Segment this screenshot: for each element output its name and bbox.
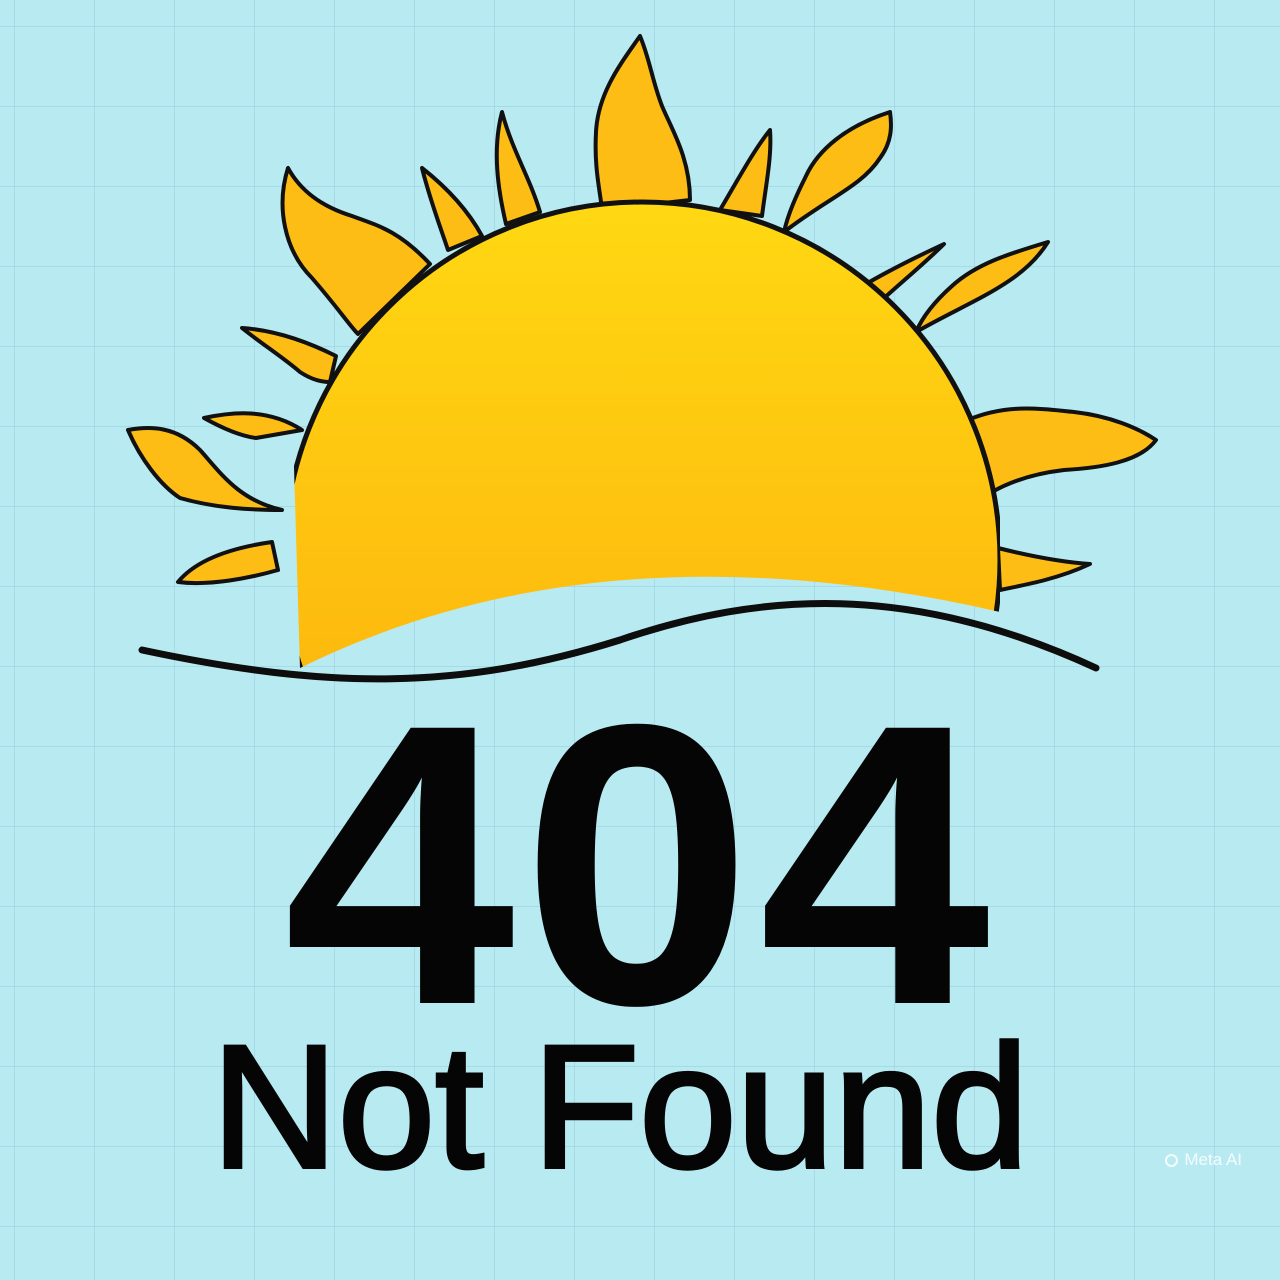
- sun-ray: [718, 128, 773, 218]
- sun-ray: [782, 110, 893, 234]
- watermark: Meta AI: [1165, 1150, 1242, 1170]
- sun-ray: [966, 406, 1158, 494]
- watermark-label: Meta AI: [1184, 1150, 1242, 1169]
- error-message: Not Found: [209, 1010, 1030, 1205]
- sun-ray: [126, 426, 284, 512]
- sun-ray: [996, 546, 1092, 592]
- error-code: 404: [283, 641, 997, 1088]
- sun-icon: [126, 34, 1158, 683]
- sun-ray: [593, 34, 692, 212]
- sun-ray: [494, 110, 542, 226]
- sun-ray: [420, 166, 484, 252]
- sun-ray: [202, 411, 304, 440]
- sun-ray: [240, 326, 338, 384]
- sun-ray: [176, 540, 280, 586]
- meta-logo-icon: [1165, 1153, 1179, 1167]
- sun-ray: [914, 240, 1050, 334]
